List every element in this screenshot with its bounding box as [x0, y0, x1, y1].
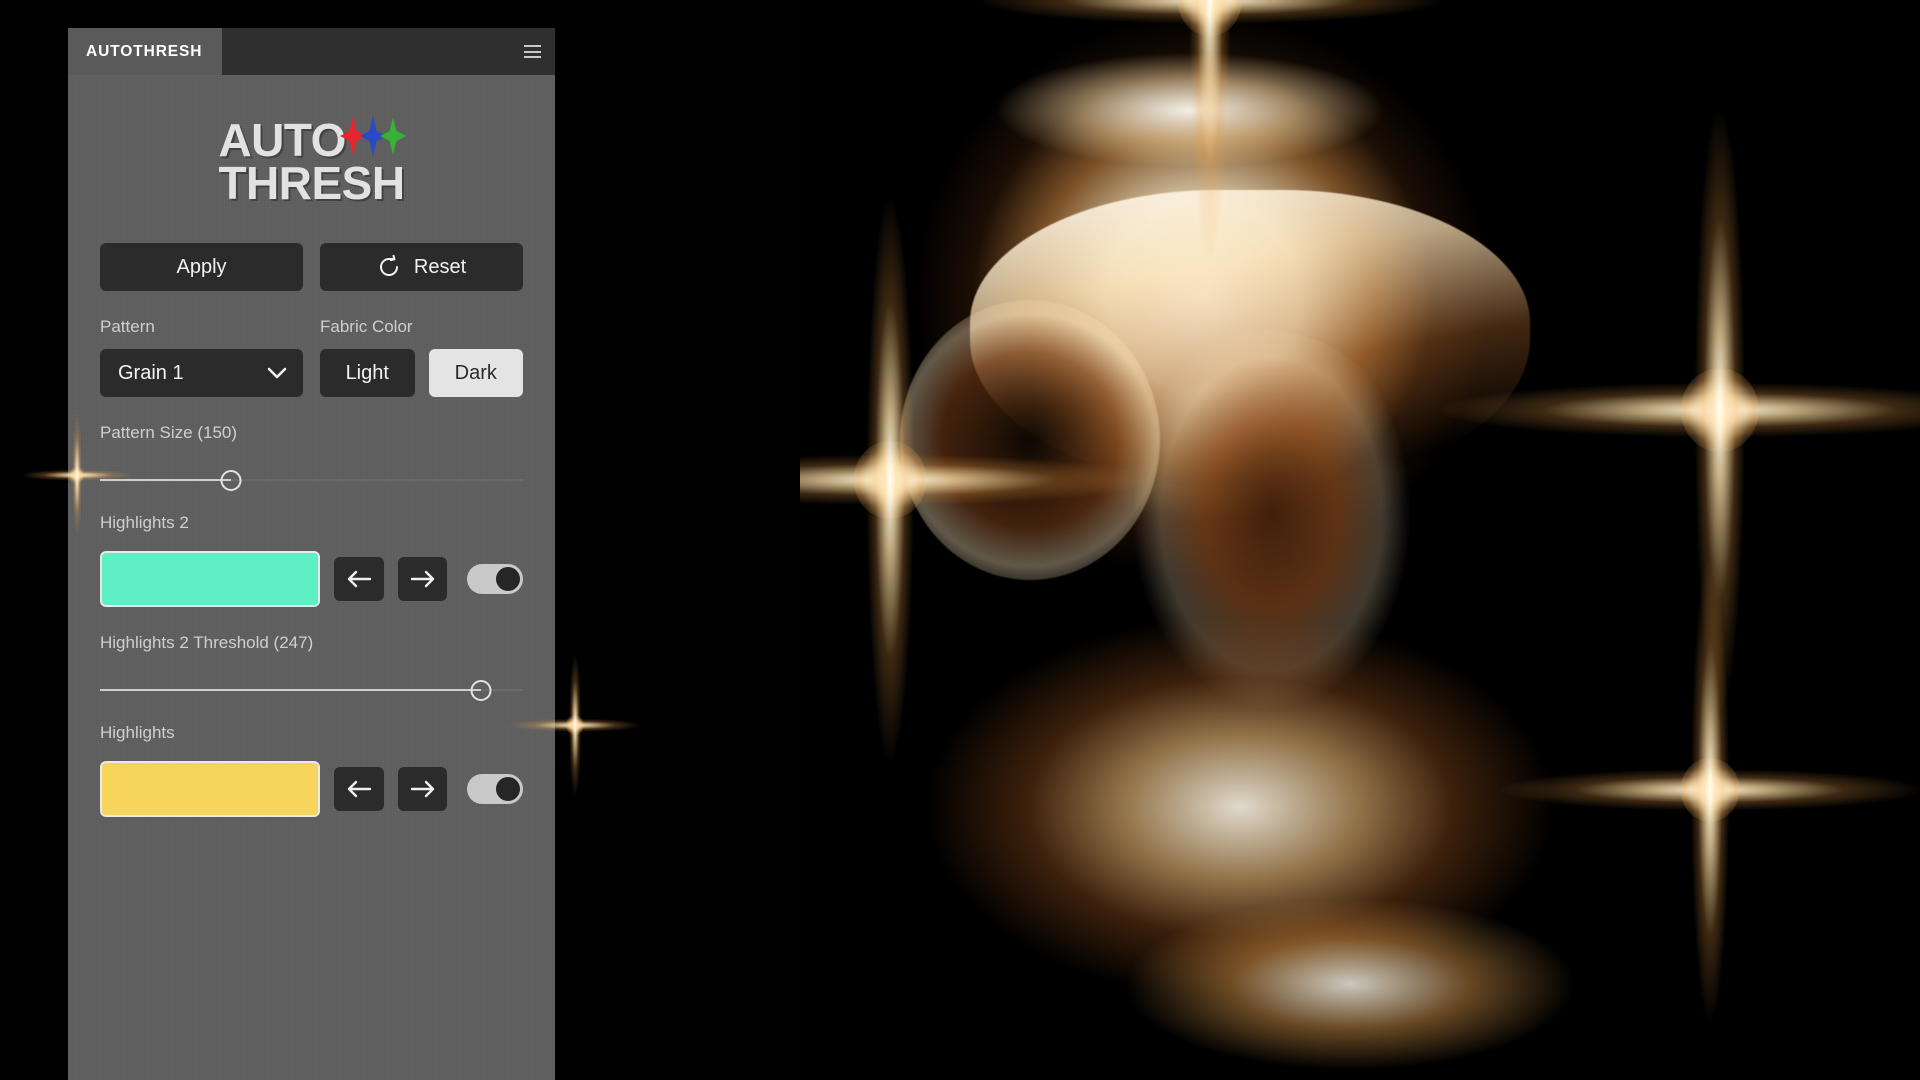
highlights2-threshold-label: Highlights 2 Threshold (247) — [100, 633, 314, 653]
action-button-row: Apply Reset — [100, 243, 523, 292]
light-label: Light — [345, 361, 389, 384]
highlights2-prev-button[interactable] — [334, 557, 384, 602]
screenshot-root: AUTOTHRESH AUTO THRESH Apply Reset Patte… — [0, 0, 1920, 1080]
highlights-swatch-row — [100, 761, 523, 818]
ear-module — [900, 300, 1160, 580]
highlights2-threshold-slider-thumb[interactable] — [470, 679, 492, 701]
apply-label: Apply — [176, 255, 227, 278]
pattern-field: Pattern Grain 1 — [100, 317, 303, 398]
panel-body: AUTO THRESH Apply Reset Pattern Grain 1 … — [68, 115, 555, 818]
highlights2-color-swatch[interactable] — [100, 551, 321, 608]
pattern-select[interactable]: Grain 1 — [100, 349, 303, 398]
toggle-knob — [495, 777, 520, 802]
panel-header: AUTOTHRESH — [68, 28, 555, 75]
slider-track-rest — [231, 479, 523, 482]
fabric-color-field: Fabric Color Light Dark — [320, 317, 523, 398]
fabric-color-label: Fabric Color — [320, 317, 413, 337]
arrow-left-icon — [347, 781, 372, 798]
highlights-toggle[interactable] — [467, 774, 523, 805]
glint-core — [565, 715, 585, 735]
highlights2-swatch-row — [100, 551, 523, 608]
pattern-size-slider[interactable] — [100, 469, 523, 491]
pattern-size-slider-thumb[interactable] — [220, 469, 242, 491]
highlights-color-swatch[interactable] — [100, 761, 321, 818]
helmet-rim-highlight — [920, 10, 1460, 210]
highlights-block: Highlights — [100, 723, 523, 818]
pattern-selected-value: Grain 1 — [118, 361, 184, 384]
highlights2-toggle[interactable] — [467, 564, 523, 595]
highlights-next-button[interactable] — [397, 767, 448, 812]
dark-label: Dark — [454, 361, 497, 384]
refresh-counterclockwise-icon — [379, 255, 398, 277]
pattern-size-block: Pattern Size (150) — [100, 423, 523, 491]
header-spacer — [222, 28, 514, 75]
tab-autothresh[interactable]: AUTOTHRESH — [68, 28, 223, 75]
apply-button[interactable]: Apply — [100, 243, 303, 292]
artwork-canvas — [800, 0, 1920, 1080]
pattern-label: Pattern — [100, 317, 155, 337]
hamburger-menu-icon[interactable] — [514, 28, 555, 75]
logo-line-2: THRESH — [218, 157, 405, 210]
pattern-size-label: Pattern Size (150) — [100, 423, 238, 443]
reset-label: Reset — [413, 255, 467, 278]
slider-track-filled — [100, 479, 232, 482]
fabric-color-segmented-control: Light Dark — [320, 349, 523, 398]
highlights2-threshold-slider[interactable] — [100, 679, 523, 701]
highlights-prev-button[interactable] — [334, 767, 384, 812]
arrow-left-icon — [347, 571, 372, 588]
rgb-sparkles-icon — [340, 115, 407, 157]
highlights2-label: Highlights 2 — [100, 513, 189, 533]
arrow-right-icon — [410, 781, 434, 798]
highlights-label: Highlights — [100, 723, 175, 743]
autothresh-panel: AUTOTHRESH AUTO THRESH Apply Reset Patte… — [68, 28, 555, 1080]
arrow-right-icon — [410, 571, 434, 588]
chevron-down-icon — [267, 368, 287, 379]
highlights2-next-button[interactable] — [397, 557, 448, 602]
slider-track-filled — [100, 689, 481, 692]
fabric-color-light-button[interactable]: Light — [320, 349, 415, 398]
logo-text: AUTO THRESH — [218, 115, 407, 210]
brand-logo: AUTO THRESH — [100, 115, 523, 210]
glint-core — [1680, 757, 1740, 823]
highlights2-block: Highlights 2 — [100, 513, 523, 608]
tab-label: AUTOTHRESH — [86, 42, 203, 60]
glint-core — [1680, 368, 1760, 452]
starburst-glint-right — [1440, 110, 1920, 710]
reset-button[interactable]: Reset — [320, 243, 523, 292]
pattern-fabric-row: Pattern Grain 1 Fabric Color Light Dark — [100, 317, 523, 398]
toggle-knob — [495, 567, 520, 592]
highlights2-threshold-block: Highlights 2 Threshold (247) — [100, 633, 523, 701]
fabric-color-dark-button[interactable]: Dark — [428, 349, 523, 398]
